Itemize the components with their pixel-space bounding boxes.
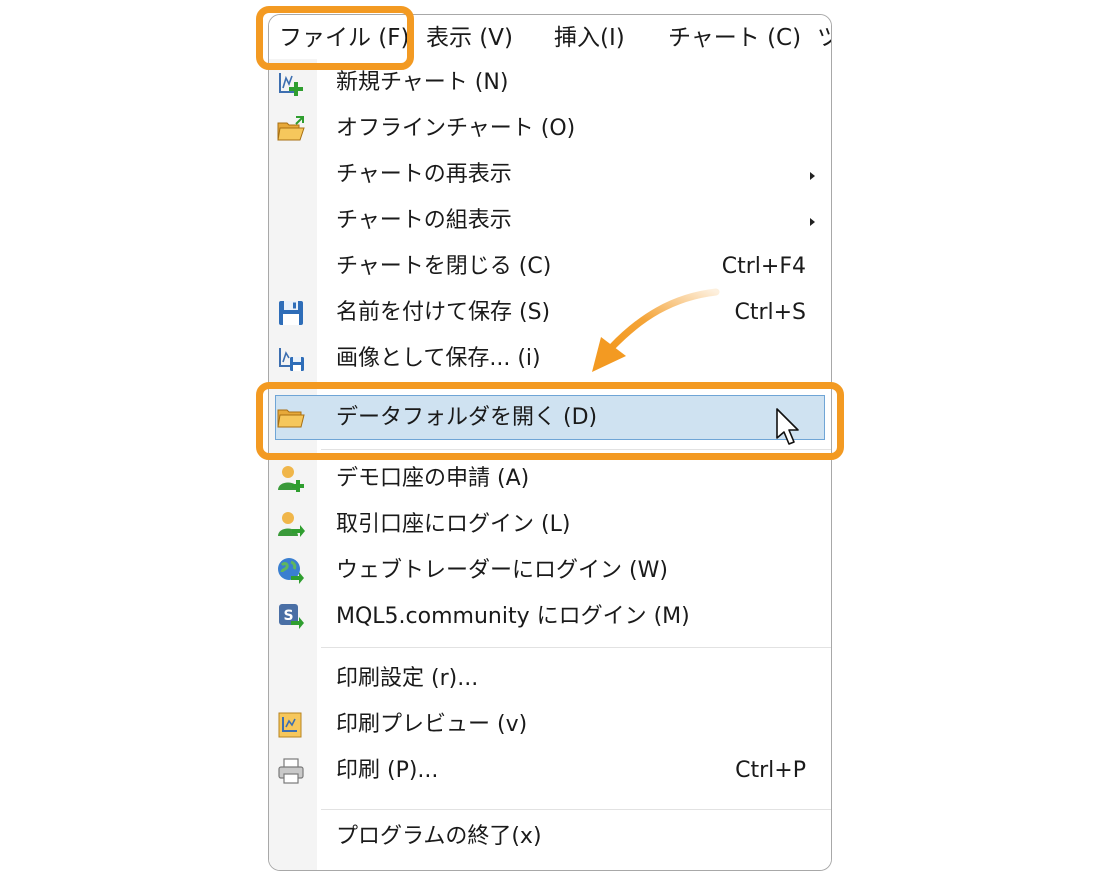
menu-item-print-preview[interactable]: 印刷プレビュー (v) [269,703,831,747]
menu-item-shortcut: Ctrl+S [734,300,806,325]
user-add-icon [278,466,304,492]
menu-item-label: チャートの再表示 [336,162,512,187]
menu-item-label: データフォルダを開く (D) [336,405,598,430]
folder-icon [277,409,305,428]
menu-item-offline-chart[interactable]: オフラインチャート (O) [269,107,831,151]
user-login-icon [278,512,305,537]
new-chart-icon [279,73,303,96]
menu-item-mql5-login[interactable]: S MQL5.community にログイン (M) [269,595,831,639]
menu-item-webtrader-login[interactable]: ウェブトレーダーにログイン (W) [269,549,831,593]
file-menu-dropdown: 新規チャート (N) オフラインチャート (O) チャートの再表示 チャートの組… [269,59,831,870]
globe-login-icon [278,558,304,584]
menu-file[interactable]: ファイル (F) [273,22,416,54]
menu-item-label: チャートを閉じる (C) [336,254,552,279]
menu-item-label: 取引口座にログイン (L) [336,512,571,537]
menu-item-print-setup[interactable]: 印刷設定 (r)... [269,657,831,701]
menu-item-label: ウェブトレーダーにログイン (W) [336,558,668,583]
menu-item-label: オフラインチャート (O) [336,116,576,141]
menu-item-save-as-image[interactable]: 画像として保存... (i) [269,337,831,381]
menu-item-exit[interactable]: プログラムの終了(x) [269,815,831,859]
mql5-login-icon: S [279,604,304,629]
menu-separator [321,449,831,450]
print-preview-icon [278,712,302,738]
menu-item-shortcut: Ctrl+F4 [721,254,806,279]
menu-item-open-data-folder[interactable]: データフォルダを開く (D) [269,394,831,442]
menu-item-label: 印刷 (P)... [336,758,439,783]
menu-item-demo-account[interactable]: デモ口座の申請 (A) [269,457,831,501]
menu-item-label: プログラムの終了(x) [336,824,542,849]
menu-item-close-chart[interactable]: チャートを閉じる (C) Ctrl+F4 [269,245,831,289]
menu-item-label: 印刷設定 (r)... [336,666,479,691]
menu-item-save-as[interactable]: 名前を付けて保存 (S) Ctrl+S [269,291,831,335]
open-folder-icon [277,116,305,141]
save-image-icon [279,348,304,371]
menu-view[interactable]: 表示 (V) [420,22,519,54]
floppy-disk-icon [279,301,303,325]
submenu-arrow-icon [810,172,815,180]
menu-item-label: チャートの組表示 [336,208,512,233]
menu-chart[interactable]: チャート (C) [662,22,807,54]
menu-item-chart-redisplay[interactable]: チャートの再表示 [269,153,831,197]
menu-item-trade-login[interactable]: 取引口座にログイン (L) [269,503,831,547]
menu-item-label: デモ口座の申請 (A) [336,466,530,491]
menu-item-label: MQL5.community にログイン (M) [336,604,690,629]
menu-item-shortcut: Ctrl+P [735,758,806,783]
menu-item-chart-group[interactable]: チャートの組表示 [269,199,831,243]
submenu-arrow-icon [810,218,815,226]
menu-separator [321,809,831,810]
menu-item-label: 名前を付けて保存 (S) [336,300,551,325]
menu-item-label: 新規チャート (N) [336,70,509,95]
menu-separator [321,647,831,648]
menu-tools-partial[interactable]: ツ [811,22,831,54]
menubar: ファイル (F) 表示 (V) 挿入(I) チャート (C) ツ [269,15,831,61]
menu-separator [321,387,831,388]
menu-item-label: 印刷プレビュー (v) [336,712,528,737]
menu-item-print[interactable]: 印刷 (P)... Ctrl+P [269,749,831,793]
menu-item-label: 画像として保存... (i) [336,346,541,371]
menu-insert[interactable]: 挿入(I) [548,22,631,54]
application-window: ファイル (F) 表示 (V) 挿入(I) チャート (C) ツ 新規チャート … [268,14,832,871]
printer-icon [278,758,304,784]
menu-item-new-chart[interactable]: 新規チャート (N) [269,61,831,105]
